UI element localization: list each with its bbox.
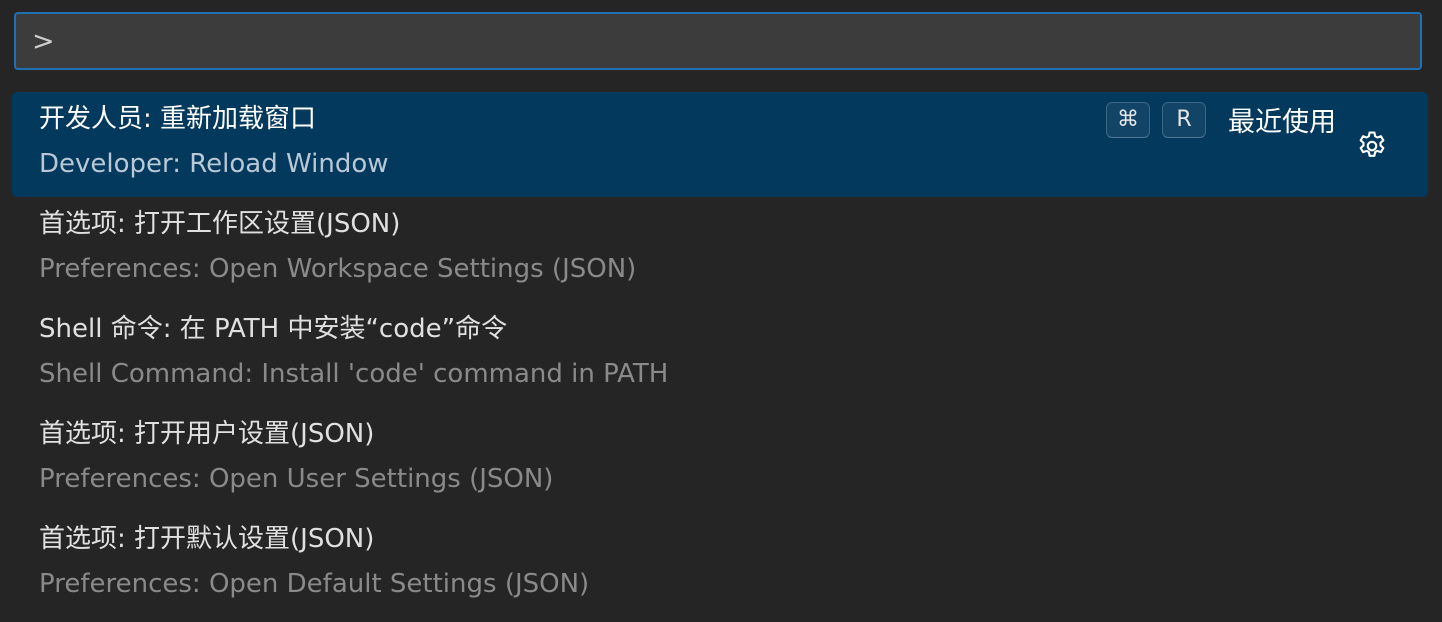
command-item-label: 首选项: 打开工作区设置(JSON) [39, 209, 401, 239]
command-item-open-workspace-settings-json[interactable]: 首选项: 打开工作区设置(JSON) Preferences: Open Wor… [12, 197, 1428, 302]
command-item-detail: Shell Command: Install 'code' command in… [39, 359, 669, 389]
recently-used-label: 最近使用 [1228, 107, 1336, 138]
keybinding-key-cmd: ⌘ [1106, 101, 1150, 138]
keybinding-key-r: R [1162, 101, 1206, 138]
command-input[interactable]: > [14, 12, 1422, 70]
command-item-install-code-command[interactable]: Shell 命令: 在 PATH 中安装“code”命令 Shell Comma… [12, 302, 1428, 407]
gear-icon [1359, 131, 1385, 157]
command-item-detail: Preferences: Open Default Settings (JSON… [39, 569, 590, 599]
command-item-detail: Preferences: Open User Settings (JSON) [39, 464, 554, 494]
command-item-detail: Developer: Reload Window [39, 149, 389, 179]
command-item-reload-window[interactable]: 开发人员: 重新加载窗口 Developer: Reload Window ⌘ … [12, 92, 1428, 197]
command-palette: > 开发人员: 重新加载窗口 Developer: Reload Window … [0, 0, 1442, 622]
command-item-open-user-settings-json[interactable]: 首选项: 打开用户设置(JSON) Preferences: Open User… [12, 407, 1428, 512]
command-item-open-default-settings-json[interactable]: 首选项: 打开默认设置(JSON) Preferences: Open Defa… [12, 512, 1428, 617]
keybinding-area: ⌘ R 最近使用 [1106, 100, 1336, 139]
configure-keybinding-button[interactable] [1354, 128, 1390, 164]
command-input-value: > [32, 25, 55, 57]
command-item-label: 首选项: 打开用户设置(JSON) [39, 419, 375, 449]
command-item-label: 首选项: 打开默认设置(JSON) [39, 524, 375, 554]
command-item-detail: Preferences: Open Workspace Settings (JS… [39, 254, 637, 284]
command-item-label: Shell 命令: 在 PATH 中安装“code”命令 [39, 314, 508, 344]
command-list: 开发人员: 重新加载窗口 Developer: Reload Window ⌘ … [12, 92, 1428, 617]
